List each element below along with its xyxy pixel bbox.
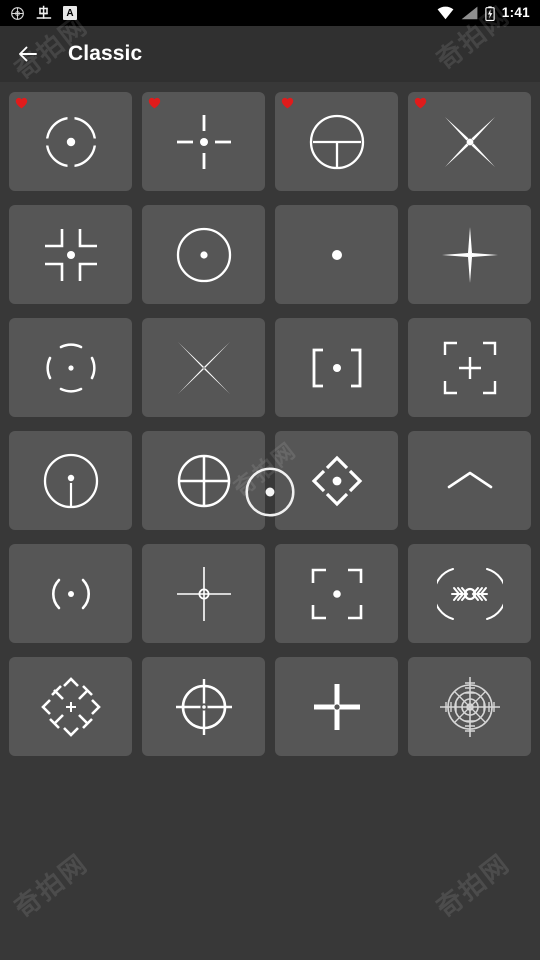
wifi-icon bbox=[437, 6, 454, 20]
reticle-chevron-up bbox=[447, 471, 492, 488]
crosshair-cell-5[interactable] bbox=[9, 205, 132, 304]
crosshair-cell-6[interactable] bbox=[142, 205, 265, 304]
bug-character-icon bbox=[36, 5, 52, 19]
reticle-four-arcs-dot bbox=[41, 112, 100, 171]
crosshair-cell-14[interactable] bbox=[142, 431, 265, 530]
favorite-heart-icon[interactable] bbox=[281, 97, 294, 109]
back-arrow-icon bbox=[19, 46, 37, 62]
crosshair-cell-11[interactable] bbox=[275, 318, 398, 417]
reticle-diamond-chevrons-dot bbox=[311, 455, 362, 506]
reticle-dot bbox=[331, 249, 342, 260]
reticle-thick-plus-hole bbox=[313, 683, 360, 730]
crosshair-cell-8[interactable] bbox=[408, 205, 531, 304]
reticle-brackets-dot bbox=[312, 348, 361, 387]
back-button[interactable] bbox=[0, 26, 56, 82]
watermark: 奇拍网 bbox=[431, 848, 516, 925]
page-title: Classic bbox=[68, 42, 143, 65]
crosshair-cell-13[interactable] bbox=[9, 431, 132, 530]
reticle-corner-angles-dot bbox=[44, 228, 97, 281]
crosshair-cell-19[interactable] bbox=[275, 544, 398, 643]
status-bar-left-icons: A bbox=[10, 5, 77, 21]
crosshair-app-icon bbox=[11, 6, 24, 20]
reticle-circle-t bbox=[309, 114, 364, 169]
reticle-thin-cross-ring bbox=[176, 566, 231, 621]
reticle-ring-crosshair-dot bbox=[175, 678, 232, 735]
crosshair-cell-7[interactable] bbox=[275, 205, 398, 304]
reticle-star-cross bbox=[441, 226, 498, 283]
crosshair-cell-18[interactable] bbox=[142, 544, 265, 643]
crosshair-cell-12[interactable] bbox=[408, 318, 531, 417]
crosshair-cell-23[interactable] bbox=[275, 657, 398, 756]
crosshair-cell-24[interactable] bbox=[408, 657, 531, 756]
reticle-multi-ring-target bbox=[439, 676, 500, 737]
letter-a-badge-icon: A bbox=[63, 6, 77, 20]
crosshair-cell-1[interactable] bbox=[9, 92, 132, 191]
reticle-feather-brackets-ring bbox=[436, 567, 503, 620]
reticle-x-spikes bbox=[177, 341, 230, 394]
favorite-heart-icon[interactable] bbox=[414, 97, 427, 109]
crosshair-cell-21[interactable] bbox=[9, 657, 132, 756]
reticle-gap-cross-dot bbox=[176, 114, 231, 169]
crosshair-cell-15[interactable] bbox=[275, 431, 398, 530]
reticle-x-spikes-dot bbox=[444, 116, 495, 167]
status-bar-right-icons: 1:41 bbox=[437, 5, 530, 21]
favorite-heart-icon[interactable] bbox=[15, 97, 28, 109]
reticle-arcs-parens-dot bbox=[45, 342, 96, 393]
reticle-circle-dot-stem bbox=[43, 453, 98, 508]
watermark: 奇拍网 bbox=[9, 848, 94, 925]
crosshair-cell-16[interactable] bbox=[408, 431, 531, 530]
cellular-signal-icon bbox=[461, 6, 478, 20]
crosshair-grid bbox=[9, 92, 531, 756]
battery-charging-icon bbox=[485, 5, 495, 21]
crosshair-cell-22[interactable] bbox=[142, 657, 265, 756]
crosshair-cell-9[interactable] bbox=[9, 318, 132, 417]
crosshair-cell-10[interactable] bbox=[142, 318, 265, 417]
crosshair-cell-3[interactable] bbox=[275, 92, 398, 191]
crosshair-cell-17[interactable] bbox=[9, 544, 132, 643]
crosshair-cell-2[interactable] bbox=[142, 92, 265, 191]
phone-screen: A 1:41 Classic 奇拍网 奇拍网 奇拍网 bbox=[0, 0, 540, 960]
reticle-circle-crosshair bbox=[177, 454, 230, 507]
reticle-circle-dot bbox=[176, 227, 231, 282]
status-bar-clock: 1:41 bbox=[501, 5, 530, 21]
favorite-heart-icon[interactable] bbox=[148, 97, 161, 109]
reticle-dashed-octagon-plus bbox=[40, 676, 101, 737]
crosshair-cell-20[interactable] bbox=[408, 544, 531, 643]
status-bar: A 1:41 bbox=[0, 0, 540, 26]
app-bar: Classic bbox=[0, 26, 540, 82]
reticle-parens-dot bbox=[51, 578, 90, 609]
reticle-corner-frame-cross bbox=[443, 341, 496, 394]
reticle-corner-frame-dot bbox=[311, 568, 362, 619]
crosshair-cell-4[interactable] bbox=[408, 92, 531, 191]
